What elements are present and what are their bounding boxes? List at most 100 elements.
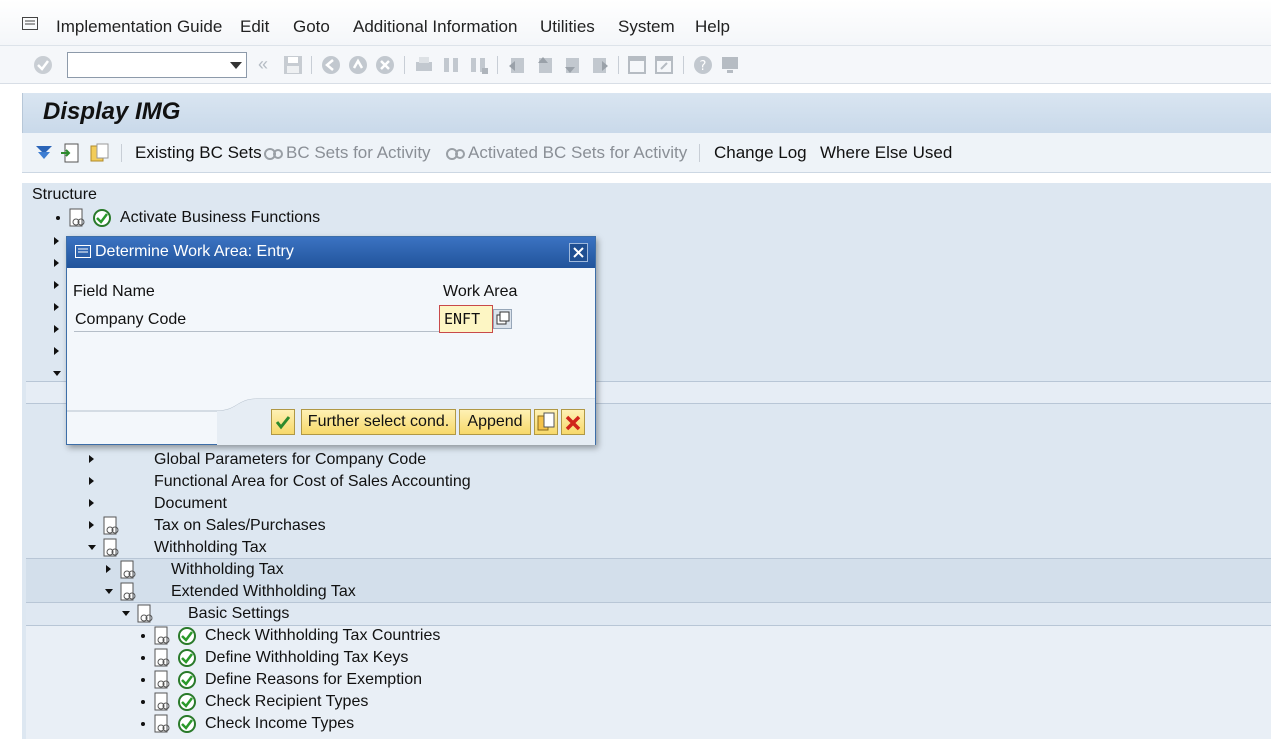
expand-arrow-icon[interactable]	[89, 499, 94, 507]
tree-node-label: Document	[154, 495, 227, 512]
tree-node-withholding-tax-classic[interactable]: Withholding Tax	[26, 559, 1271, 581]
clipboard-icon[interactable]	[88, 141, 110, 163]
further-select-cond-button[interactable]: Further select cond.	[301, 409, 456, 435]
create-session-icon[interactable]	[626, 54, 648, 76]
expand-subtree-icon[interactable]	[34, 142, 54, 162]
tree-node-check-recipient-types[interactable]: Check Recipient Types	[26, 691, 1271, 713]
field-name-header: Field Name	[73, 283, 155, 300]
expand-arrow-icon[interactable]	[54, 325, 59, 333]
documentation-icon[interactable]	[153, 626, 171, 646]
documentation-icon[interactable]	[102, 538, 120, 558]
documentation-icon[interactable]	[102, 516, 120, 536]
tree-node-functional-area[interactable]: Functional Area for Cost of Sales Accoun…	[26, 471, 1271, 493]
expand-arrow-icon[interactable]	[106, 565, 111, 573]
expand-arrow-icon[interactable]	[54, 259, 59, 267]
documentation-icon[interactable]	[153, 692, 171, 712]
tree-node-define-reasons-for-exemption[interactable]: Define Reasons for Exemption	[26, 669, 1271, 691]
system-menu-icon[interactable]	[22, 17, 38, 30]
execute-activity-icon[interactable]	[177, 626, 197, 646]
checkmark-icon	[275, 416, 291, 430]
enter-check-icon[interactable]	[32, 54, 54, 76]
change-log-button[interactable]: Change Log	[714, 143, 807, 163]
documentation-icon[interactable]	[153, 714, 171, 734]
documentation-icon[interactable]	[119, 582, 137, 602]
work-area-input[interactable]: ENFT	[439, 305, 493, 333]
append-button[interactable]: Append	[459, 409, 531, 435]
tree-node-withholding-tax[interactable]: Withholding Tax	[26, 537, 1271, 559]
cancel-icon[interactable]	[374, 54, 396, 76]
confirm-button[interactable]	[271, 409, 295, 435]
save-icon[interactable]	[282, 54, 304, 76]
expand-arrow-icon[interactable]	[54, 303, 59, 311]
title-bar: Display IMG	[22, 93, 1271, 133]
bc-sets-for-activity-button[interactable]: BC Sets for Activity	[286, 143, 431, 163]
dialog-menu-icon[interactable]	[75, 245, 91, 258]
find-icon[interactable]	[440, 54, 462, 76]
back-icon[interactable]	[320, 54, 342, 76]
command-field[interactable]	[67, 52, 247, 78]
next-page-icon[interactable]	[561, 54, 583, 76]
execute-activity-icon[interactable]	[177, 714, 197, 734]
shortcut-icon[interactable]	[653, 54, 675, 76]
documentation-icon[interactable]	[136, 604, 154, 624]
expand-arrow-icon[interactable]	[54, 237, 59, 245]
expand-arrow-icon[interactable]	[89, 477, 94, 485]
documentation-icon[interactable]	[153, 670, 171, 690]
menu-help[interactable]: Help	[695, 17, 730, 37]
new-entries-button[interactable]	[534, 409, 558, 435]
execute-activity-icon[interactable]	[177, 692, 197, 712]
tree-node-check-income-types[interactable]: Check Income Types	[26, 713, 1271, 735]
print-icon[interactable]	[413, 54, 435, 76]
existing-bc-sets-button[interactable]: Existing BC Sets	[135, 143, 262, 163]
collapse-arrow-icon[interactable]	[53, 371, 61, 376]
tree-node-document[interactable]: Document	[26, 493, 1271, 515]
execute-activity-icon[interactable]	[92, 208, 112, 228]
menu-implementation-guide[interactable]: Implementation Guide	[56, 17, 222, 37]
tree-node-define-withholding-tax-keys[interactable]: Define Withholding Tax Keys	[26, 647, 1271, 669]
cancel-button[interactable]	[561, 409, 585, 435]
value-help-button[interactable]	[493, 309, 512, 329]
execute-activity-icon[interactable]	[177, 648, 197, 668]
menu-bar: Implementation Guide Edit Goto Additiona…	[0, 0, 1271, 46]
tree-node-extended-withholding-tax[interactable]: Extended Withholding Tax	[26, 581, 1271, 603]
chevron-down-icon[interactable]	[230, 62, 242, 69]
expand-arrow-icon[interactable]	[54, 281, 59, 289]
leaf-bullet	[56, 216, 60, 220]
collapse-arrow-icon[interactable]	[105, 589, 113, 594]
first-page-icon[interactable]	[506, 54, 528, 76]
menu-system[interactable]: System	[618, 17, 675, 37]
tree-node-check-withholding-tax-countries[interactable]: Check Withholding Tax Countries	[26, 625, 1271, 647]
previous-page-icon[interactable]	[534, 54, 556, 76]
expand-arrow-icon[interactable]	[54, 347, 59, 355]
menu-utilities[interactable]: Utilities	[540, 17, 595, 37]
toolbar-separator	[311, 56, 312, 74]
where-else-used-button[interactable]: Where Else Used	[820, 143, 952, 163]
last-page-icon[interactable]	[588, 54, 610, 76]
find-next-icon[interactable]	[467, 54, 489, 76]
tree-node-global-parameters[interactable]: Global Parameters for Company Code	[26, 449, 1271, 471]
help-icon[interactable]: ?	[692, 54, 714, 76]
collapse-arrow-icon[interactable]	[122, 611, 130, 616]
tree-node-label: Check Withholding Tax Countries	[205, 627, 441, 644]
close-button[interactable]	[569, 243, 588, 262]
select-activity-icon[interactable]	[60, 142, 80, 164]
collapse-arrow-icon[interactable]	[88, 545, 96, 550]
documentation-icon[interactable]	[153, 648, 171, 668]
documentation-icon[interactable]	[119, 560, 137, 580]
documentation-icon[interactable]	[68, 208, 86, 228]
activated-bc-sets-button[interactable]: Activated BC Sets for Activity	[468, 143, 687, 163]
company-code-label: Company Code	[75, 311, 187, 328]
menu-additional-information[interactable]: Additional Information	[353, 17, 517, 37]
expand-arrow-icon[interactable]	[89, 455, 94, 463]
exit-icon[interactable]	[347, 54, 369, 76]
double-chevron-left-icon[interactable]: «	[258, 54, 268, 75]
menu-goto[interactable]: Goto	[293, 17, 330, 37]
dialog-title-bar[interactable]: Determine Work Area: Entry	[67, 237, 595, 268]
tree-node-basic-settings[interactable]: Basic Settings	[26, 603, 1271, 625]
tree-node-activate-business-functions[interactable]: Activate Business Functions	[26, 207, 1271, 229]
tree-node-tax-on-sales[interactable]: Tax on Sales/Purchases	[26, 515, 1271, 537]
expand-arrow-icon[interactable]	[89, 521, 94, 529]
menu-edit[interactable]: Edit	[240, 17, 269, 37]
customize-layout-icon[interactable]	[719, 54, 741, 76]
execute-activity-icon[interactable]	[177, 670, 197, 690]
